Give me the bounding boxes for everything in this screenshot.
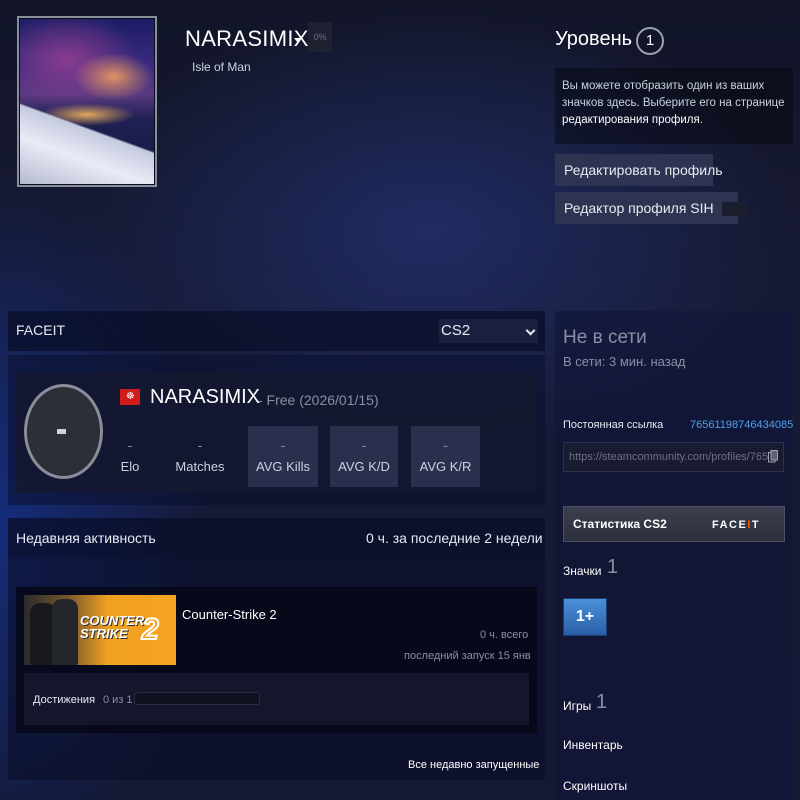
badge-hint-end: . — [699, 114, 703, 126]
screenshots-link[interactable]: Скриншоты — [563, 779, 627, 793]
stat-matches-value: - — [197, 437, 203, 453]
games-count: 1 — [596, 691, 608, 713]
permalink-label: Постоянная ссылка — [563, 419, 664, 431]
profile-location: Isle of Man — [192, 60, 251, 74]
badge-years-service-icon[interactable]: 1+ — [563, 598, 607, 636]
recent-activity-hours: 0 ч. за последние 2 недели — [366, 530, 543, 546]
stat-avg-kd-value: - — [361, 437, 367, 453]
triskelion-icon: ☸ — [126, 391, 135, 402]
games-link[interactable]: Игры — [563, 699, 591, 713]
stat-avg-kd — [330, 426, 398, 487]
achievements-count: 0 из 1 — [103, 694, 133, 706]
avatar-image — [20, 19, 154, 184]
stat-matches-label: Matches — [175, 459, 225, 474]
stat-avg-kr-label: AVG K/R — [419, 459, 472, 474]
stat-avg-kills — [248, 426, 318, 487]
stat-elo-value: - — [127, 437, 133, 453]
capsule-soldier-2 — [52, 599, 78, 665]
achievements-bar — [24, 673, 529, 725]
chevron-down-icon — [525, 325, 536, 336]
last-online: В сети: 3 мин. назад — [563, 354, 686, 369]
persona-name[interactable]: NARASIMIX — [185, 26, 309, 52]
faceit-subscription: - Free (2026/01/15) — [258, 392, 379, 408]
capsule-logo-text: COUNTER STRIKE — [80, 613, 145, 641]
capsule-logo-number: 2 — [141, 612, 160, 647]
cs2-stats-label: Статистика CS2 — [573, 517, 667, 531]
recent-activity-title: Недавняя активность — [16, 530, 156, 546]
badge-hint-text: Вы можете отобразить один из ваших значк… — [562, 80, 785, 109]
faceit-nickname[interactable]: NARASIMIX — [150, 386, 260, 409]
sih-editor-label: Редактор профиля SIH — [564, 200, 714, 216]
sih-toggle-switch[interactable] — [721, 202, 748, 217]
faceit-section-title: FACEIT — [16, 322, 66, 338]
stat-elo-label: Elo — [120, 459, 140, 474]
permalink-field[interactable]: https://steamcommunity.com/profiles/765 — [563, 442, 784, 472]
name-history-chevron-down-icon[interactable] — [294, 38, 302, 43]
recent-game-total-hours: 0 ч. всего — [480, 629, 529, 641]
sih-profile-editor-button[interactable]: Редактор профиля SIH — [555, 192, 748, 224]
steam-id-link[interactable]: 76561198746434085 — [690, 419, 793, 431]
faceit-game-select[interactable]: CS2 — [439, 319, 538, 343]
copy-icon[interactable] — [768, 450, 778, 463]
badges-link[interactable]: Значки — [563, 564, 602, 578]
level-badge[interactable]: 1 — [636, 27, 664, 55]
online-status: Не в сети — [563, 327, 647, 348]
inventory-link[interactable]: Инвентарь — [563, 738, 623, 752]
game-select-value: CS2 — [441, 322, 471, 339]
stat-avg-kills-value: - — [280, 437, 286, 453]
edit-profile-button[interactable]: Редактировать профиль — [555, 154, 723, 186]
faceit-level-mark — [57, 429, 66, 434]
persona-percent-badge: 0% — [308, 22, 332, 52]
stat-avg-kr-value: - — [443, 437, 448, 453]
achievements-progress-bar — [134, 692, 260, 705]
stat-avg-kr — [411, 426, 480, 487]
recent-game-name[interactable]: Counter-Strike 2 — [182, 607, 277, 622]
profile-avatar[interactable] — [17, 16, 157, 187]
profile-sidebar — [555, 311, 792, 800]
achievements-label[interactable]: Достижения — [33, 694, 95, 706]
faceit-logo: FACEIT — [712, 519, 761, 531]
badges-count: 1 — [607, 556, 619, 578]
game-capsule-image[interactable]: COUNTER STRIKE 2 — [24, 595, 176, 665]
stat-avg-kills-label: AVG Kills — [256, 459, 310, 474]
edit-profile-link[interactable]: редактирования профиля — [562, 114, 700, 126]
recent-game-last-played: последний запуск 15 янв — [404, 650, 531, 662]
level-label: Уровень — [555, 28, 633, 50]
stat-avg-kd-label: AVG K/D — [338, 459, 390, 474]
favorite-badge-hint: Вы можете отобразить один из ваших значк… — [555, 68, 793, 144]
all-recently-played-link[interactable]: Все недавно запущенные — [408, 759, 539, 771]
